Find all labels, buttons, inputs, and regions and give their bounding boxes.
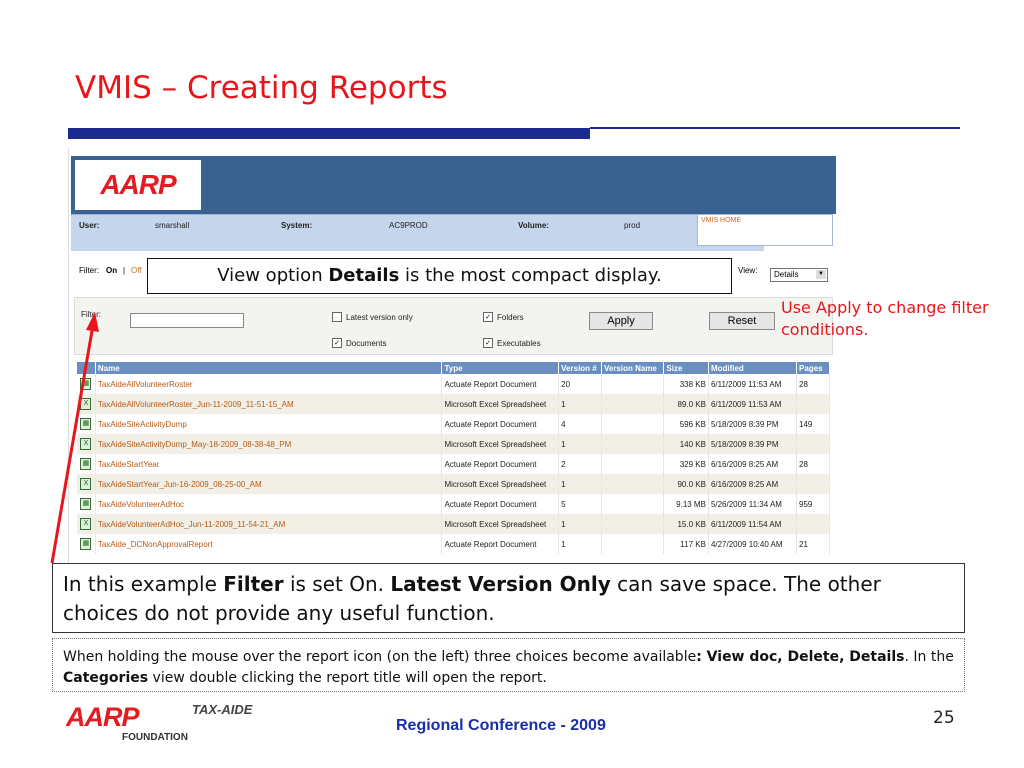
apply-note: Use Apply to change filter conditions. (781, 298, 989, 339)
aarp-foundation-logo: AARP TAX-AIDE FOUNDATION (66, 700, 276, 748)
note-text: When holding the mouse over the report i… (63, 649, 697, 665)
footer-conference-text: Regional Conference - 2009 (396, 717, 606, 734)
footer-foundation-text: FOUNDATION (122, 732, 188, 743)
callout-text: is the most compact display. (399, 265, 662, 286)
callout-text: is set On. (283, 572, 391, 596)
filter-callout: In this example Filter is set On. Latest… (52, 563, 965, 633)
callout-bold: Details (328, 265, 400, 286)
footer-aarp-text: AARP (66, 702, 140, 732)
callout-bold: Latest Version Only (390, 572, 611, 596)
note-bold: Categories (63, 670, 149, 686)
view-option-callout: View option Details is the most compact … (147, 258, 732, 294)
callout-bold: Filter (223, 572, 284, 596)
arrow-head-icon (86, 312, 99, 332)
page-number: 25 (933, 708, 955, 728)
mouseover-note: When holding the mouse over the report i… (52, 638, 965, 692)
note-text: view double clicking the report title wi… (148, 670, 547, 686)
note-bold: : View doc, Delete, Details (696, 649, 905, 665)
footer-taxaide-text: TAX-AIDE (192, 702, 253, 717)
callout-text: View option (217, 265, 329, 286)
note-text: . In the (904, 649, 954, 665)
callout-text: In this example (63, 572, 224, 596)
arrow-shaft (50, 324, 95, 564)
